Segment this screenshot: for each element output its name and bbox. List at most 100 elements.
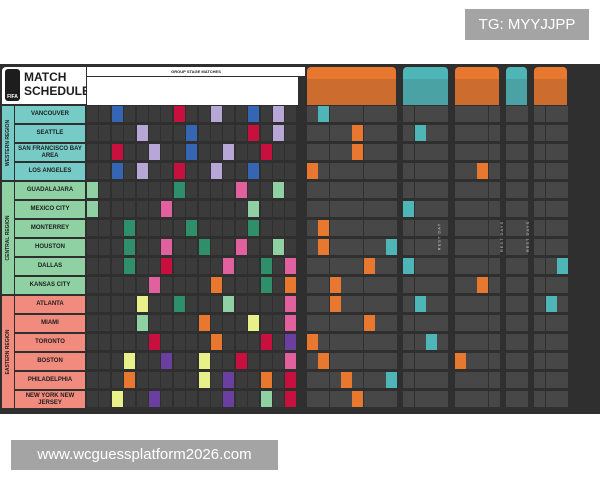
knockout-cell xyxy=(307,258,318,274)
schedule-cell xyxy=(235,296,247,312)
schedule-cell xyxy=(87,391,98,407)
knockout-cell xyxy=(363,353,375,369)
knockout-cell xyxy=(465,106,477,122)
knockout-cell xyxy=(437,334,449,350)
knockout-cell xyxy=(329,125,341,141)
schedule-cell xyxy=(211,296,222,312)
schedule-cell xyxy=(124,315,136,331)
schedule-cell xyxy=(149,201,160,217)
rest-day-label: REST DAYS xyxy=(498,220,504,253)
schedule-cell xyxy=(161,220,173,236)
knockout-cell xyxy=(454,125,466,141)
knockout-cell xyxy=(477,334,489,350)
website-watermark-badge: www.wcguessplatform2026.com xyxy=(11,440,278,470)
knockout-cell xyxy=(363,125,375,141)
knockout-match-marker xyxy=(352,391,364,407)
schedule-cell xyxy=(111,125,123,141)
schedule-cell xyxy=(111,334,123,350)
knockout-stage-header xyxy=(505,67,528,79)
group-match-marker xyxy=(211,163,222,179)
schedule-cell xyxy=(87,220,98,236)
group-match-marker xyxy=(260,277,272,293)
group-match-marker xyxy=(248,163,260,179)
group-match-marker xyxy=(273,125,284,141)
knockout-cell xyxy=(352,372,364,388)
schedule-cell xyxy=(149,296,160,312)
city-label: BOSTON xyxy=(15,353,85,370)
schedule-cell xyxy=(248,258,260,274)
schedule-cell xyxy=(273,277,284,293)
knockout-cell xyxy=(488,353,500,369)
schedule-cell xyxy=(124,296,136,312)
knockout-cell xyxy=(318,163,330,179)
group-match-marker xyxy=(223,391,235,407)
group-match-marker xyxy=(124,372,136,388)
group-match-marker xyxy=(173,106,185,122)
schedule-cell xyxy=(186,315,198,331)
schedule-cell xyxy=(87,163,98,179)
knockout-match-marker xyxy=(414,125,426,141)
knockout-cell xyxy=(329,353,341,369)
knockout-cell xyxy=(386,315,398,331)
knockout-cell xyxy=(340,315,352,331)
knockout-cell xyxy=(454,277,466,293)
knockout-cell xyxy=(340,125,352,141)
knockout-cell xyxy=(465,334,477,350)
knockout-cell xyxy=(488,201,500,217)
group-match-marker xyxy=(149,144,160,160)
group-match-marker xyxy=(111,163,123,179)
knockout-cell xyxy=(465,258,477,274)
schedule-cell xyxy=(124,182,136,198)
knockout-match-marker xyxy=(318,220,330,236)
schedule-cell xyxy=(285,220,297,236)
group-match-marker xyxy=(136,163,148,179)
knockout-cell xyxy=(545,201,557,217)
knockout-cell xyxy=(437,277,449,293)
knockout-match-marker xyxy=(403,258,415,274)
match-schedule-poster: FIFA MATCH SCHEDULE GROUP STAGE MATCHES … xyxy=(0,64,600,414)
group-match-marker xyxy=(260,144,272,160)
knockout-cell xyxy=(426,144,437,160)
schedule-cell xyxy=(99,334,111,350)
schedule-cell xyxy=(149,258,160,274)
knockout-match-marker xyxy=(414,296,426,312)
knockout-cell xyxy=(545,315,557,331)
knockout-cell xyxy=(426,182,437,198)
knockout-cell xyxy=(517,125,529,141)
knockout-cell xyxy=(386,182,398,198)
knockout-match-marker xyxy=(352,125,364,141)
schedule-cell xyxy=(99,220,111,236)
knockout-cell xyxy=(488,239,500,255)
group-match-marker xyxy=(87,201,98,217)
knockout-cell xyxy=(340,391,352,407)
schedule-cell xyxy=(235,258,247,274)
knockout-cell xyxy=(557,239,568,255)
schedule-cell xyxy=(173,277,185,293)
knockout-cell xyxy=(363,106,375,122)
knockout-cell xyxy=(374,334,386,350)
region-label: EASTERN REGION xyxy=(2,296,14,408)
knockout-cell xyxy=(307,201,318,217)
group-match-marker xyxy=(260,391,272,407)
knockout-cell xyxy=(488,315,500,331)
knockout-match-marker xyxy=(454,353,466,369)
schedule-cell xyxy=(248,296,260,312)
schedule-cell xyxy=(149,372,160,388)
knockout-cell xyxy=(386,277,398,293)
knockout-cell xyxy=(352,315,364,331)
knockout-cell xyxy=(329,239,341,255)
group-match-marker xyxy=(186,125,198,141)
schedule-cell xyxy=(211,258,222,274)
knockout-cell xyxy=(557,144,568,160)
schedule-cell xyxy=(198,334,210,350)
schedule-cell xyxy=(260,353,272,369)
schedule-cell xyxy=(173,144,185,160)
knockout-cell xyxy=(318,391,330,407)
group-match-marker xyxy=(198,315,210,331)
knockout-cell xyxy=(340,239,352,255)
schedule-cell xyxy=(99,163,111,179)
schedule-cell xyxy=(248,334,260,350)
group-match-marker xyxy=(211,334,222,350)
knockout-stage-date-header xyxy=(403,79,448,105)
knockout-cell xyxy=(437,182,449,198)
